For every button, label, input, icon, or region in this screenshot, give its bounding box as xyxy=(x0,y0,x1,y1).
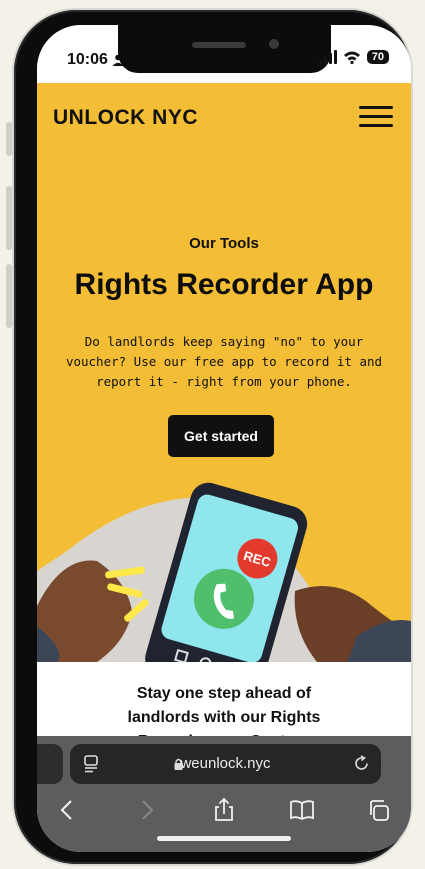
wifi-icon xyxy=(343,51,360,64)
section-eyebrow: Our Tools xyxy=(189,235,259,252)
status-time: 10:06 xyxy=(67,51,108,68)
home-indicator xyxy=(157,836,291,841)
battery-icon: 70 xyxy=(366,50,389,64)
intro-section: Stay one step ahead of landlords with ou… xyxy=(37,662,411,742)
notch xyxy=(118,25,331,73)
bookmarks-icon[interactable] xyxy=(289,798,315,822)
address-bar[interactable]: weunlock.nyc xyxy=(70,744,381,784)
page-title: Rights Recorder App xyxy=(74,268,374,301)
forward-icon[interactable] xyxy=(133,798,159,822)
phone-screen: 10:06 70 UNLOCK NYC Our Tools Rights Rec… xyxy=(37,25,411,852)
speaker xyxy=(192,42,246,48)
get-started-button[interactable]: Get started xyxy=(168,415,274,457)
tabs-icon[interactable] xyxy=(367,798,393,822)
browser-toolbar: weunlock.nyc xyxy=(37,736,411,852)
volume-down-button xyxy=(6,264,12,328)
hero-section: UNLOCK NYC Our Tools Rights Recorder App… xyxy=(37,83,411,662)
signal-icon xyxy=(318,50,337,64)
intro-line-1: Stay one step ahead of xyxy=(136,685,312,702)
site-logo[interactable]: UNLOCK NYC xyxy=(53,106,198,130)
hero-description: Do landlords keep saying "no" to your vo… xyxy=(65,334,383,389)
url-text: weunlock.nyc xyxy=(180,755,271,772)
mute-switch xyxy=(6,122,12,156)
status-bar: 10:06 70 xyxy=(37,25,411,83)
camera xyxy=(269,39,279,49)
previous-tab[interactable] xyxy=(37,744,63,784)
back-icon[interactable] xyxy=(55,798,81,822)
intro-line-2: landlords with our Rights xyxy=(127,709,321,726)
share-icon[interactable] xyxy=(211,798,237,822)
hero-illustration: REC xyxy=(37,482,411,662)
volume-up-button xyxy=(6,186,12,250)
reload-icon[interactable] xyxy=(353,755,370,772)
menu-icon[interactable] xyxy=(359,106,393,128)
